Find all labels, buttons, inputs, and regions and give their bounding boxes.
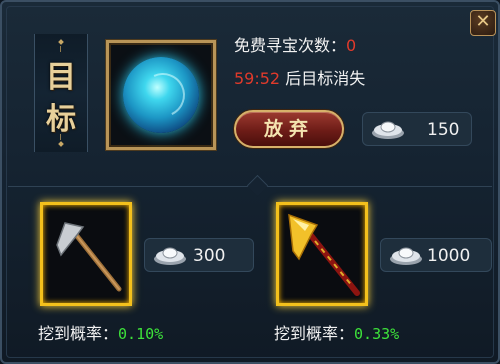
golden-hoe-icon — [288, 213, 360, 296]
free-count-value: 0 — [346, 36, 357, 55]
silver-ingot-icon — [372, 121, 404, 139]
tool-slot-hoe[interactable] — [40, 202, 132, 306]
rate-value: 0.33% — [354, 325, 400, 343]
hoe-icon — [56, 222, 122, 292]
orb-swirl — [134, 66, 192, 124]
close-button[interactable]: ✕ — [470, 10, 496, 36]
tool-slot-golden-hoe[interactable] — [276, 202, 368, 306]
ornament-line — [60, 134, 61, 140]
tool-rate-line-1: 挖到概率：0.10% — [38, 320, 163, 344]
ornament-dot — [58, 141, 64, 147]
timer-line: 59:52 后目标消失 — [234, 65, 365, 89]
blue-orb-icon — [123, 57, 199, 133]
abandon-cost-box: 150 — [362, 112, 472, 146]
abandon-button[interactable]: 放弃 — [234, 110, 344, 148]
rate-label: 挖到概率： — [38, 324, 119, 343]
rate-label: 挖到概率： — [274, 324, 355, 343]
abandon-cost-value: 150 — [427, 120, 460, 140]
treasure-hunt-panel: ✕ 目 标 免费寻宝次数：0 59:52 后目标消失 放弃 150 300 挖到… — [0, 0, 500, 364]
divider-notch — [246, 174, 269, 197]
free-count-line: 免费寻宝次数：0 — [234, 32, 356, 56]
ornament-dot — [58, 39, 64, 45]
tool-cost-value: 1000 — [427, 246, 471, 266]
rate-value: 0.10% — [118, 325, 164, 343]
target-item-slot[interactable] — [106, 40, 216, 150]
close-icon: ✕ — [475, 11, 491, 32]
silver-ingot-icon — [154, 247, 186, 265]
silver-ingot-icon — [390, 247, 422, 265]
title-plate: 目 标 — [34, 34, 88, 152]
tool-cost-value: 300 — [193, 246, 226, 266]
tool-rate-line-2: 挖到概率：0.33% — [274, 320, 399, 344]
title-char-2: 标 — [46, 102, 76, 137]
timer-suffix: 后目标消失 — [285, 69, 366, 88]
free-count-label: 免费寻宝次数： — [234, 36, 347, 55]
tool-cost-box-1: 300 — [144, 238, 254, 272]
tool-cost-box-2: 1000 — [380, 238, 492, 272]
title-char-1: 目 — [46, 60, 76, 95]
timer-value: 59:52 — [234, 69, 281, 88]
